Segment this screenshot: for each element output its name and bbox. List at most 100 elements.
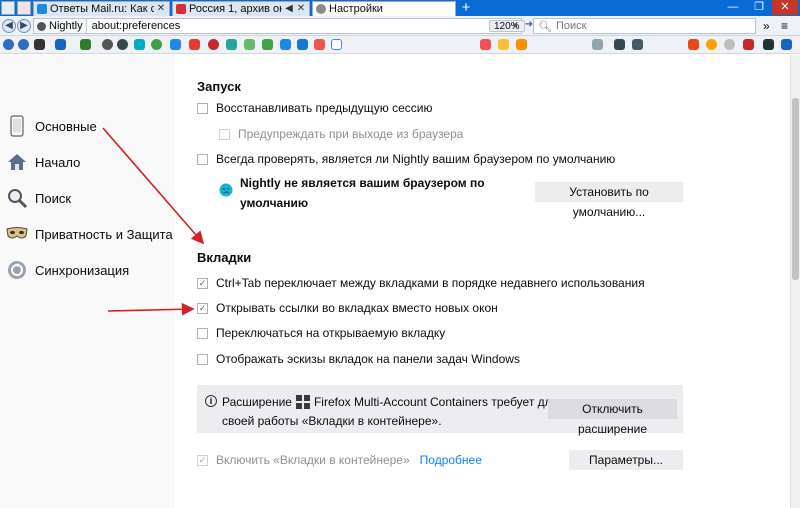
mute-tab-icon[interactable]: ◀ xyxy=(284,4,294,14)
new-tab-button[interactable]: + xyxy=(458,0,474,16)
restore-button[interactable]: ❐ xyxy=(746,0,772,15)
set-default-button[interactable]: Установить по умолчанию... xyxy=(535,182,683,219)
taskbar-previews-row[interactable]: Отображать эскизы вкладок на панели зада… xyxy=(197,352,520,366)
bookmark-icon[interactable] xyxy=(632,39,643,50)
bookmark-icon[interactable] xyxy=(706,39,717,50)
vertical-scrollbar[interactable] xyxy=(790,55,800,508)
container-tabs-row: ✓ Включить «Вкладки в контейнере» Подроб… xyxy=(197,453,482,467)
bookmark-icon[interactable] xyxy=(743,39,754,50)
reload-icon[interactable] xyxy=(18,39,29,50)
bookmark-icon[interactable] xyxy=(781,39,792,50)
disable-extension-button[interactable]: Отключить расширение xyxy=(548,399,677,436)
bookmark-icon[interactable] xyxy=(226,39,237,50)
restore-session-checkbox[interactable] xyxy=(197,102,208,114)
notice-line1: Расширение Firefox Multi-Account Contain… xyxy=(222,395,558,409)
gmail-icon[interactable] xyxy=(314,39,325,50)
scrollbar-thumb[interactable] xyxy=(792,98,799,280)
tab-label: Россия 1, архив онлайн xyxy=(189,3,282,15)
open-links-checkbox[interactable]: ✓ xyxy=(197,302,208,314)
close-tab-icon[interactable]: ✕ xyxy=(296,4,306,14)
nightly-icon[interactable] xyxy=(34,39,45,50)
back-button[interactable]: ◀ xyxy=(2,19,16,33)
russia1-favicon-icon xyxy=(176,4,186,14)
tab-russia1[interactable]: Россия 1, архив онлайн ◀ ✕ xyxy=(172,1,310,16)
dropbox-icon[interactable] xyxy=(170,39,181,50)
close-tab-icon[interactable]: ✕ xyxy=(156,4,166,14)
bookmark-icon[interactable] xyxy=(614,39,625,50)
switch-to-new-tab-label: Переключаться на открываемую вкладку xyxy=(216,326,446,340)
navigation-toolbar: ◀ ▶ Nightly about:preferences 120% ▼ ➜ 🔍… xyxy=(0,16,800,36)
search-input[interactable]: 🔍︎ Поиск xyxy=(533,18,756,34)
bookmark-icon[interactable] xyxy=(208,39,219,50)
bookmark-icon[interactable] xyxy=(763,39,774,50)
ctrl-tab-row[interactable]: ✓ Ctrl+Tab переключает между вкладками в… xyxy=(197,276,645,290)
search-placeholder: Поиск xyxy=(555,20,587,32)
open-links-row[interactable]: ✓ Открывать ссылки во вкладках вместо но… xyxy=(197,301,498,315)
restore-session-row[interactable]: Восстанавливать предыдущую сессию xyxy=(197,101,432,115)
url-text[interactable]: about:preferences xyxy=(87,20,521,32)
sidebar-item-sync[interactable]: Синхронизация xyxy=(0,252,175,288)
identity-box[interactable]: Nightly xyxy=(34,19,87,33)
switch-to-new-tab-row[interactable]: Переключаться на открываемую вкладку xyxy=(197,326,445,340)
bookmark-icon[interactable] xyxy=(516,39,527,50)
container-settings-button[interactable]: Параметры... xyxy=(569,450,683,470)
bookmark-icon[interactable] xyxy=(297,39,308,50)
bookmark-icon[interactable] xyxy=(688,39,699,50)
taskbar-previews-checkbox[interactable] xyxy=(197,353,208,365)
gmail-icon[interactable] xyxy=(480,39,491,50)
sidebar-item-home[interactable]: Начало xyxy=(0,144,175,180)
bookmark-icon[interactable] xyxy=(134,39,145,50)
home-icon[interactable] xyxy=(3,39,14,50)
bookmark-globe-icon[interactable] xyxy=(117,39,128,50)
sidebar-item-label: Приватность и Защита xyxy=(35,226,173,242)
bookmark-icon[interactable] xyxy=(592,39,603,50)
bookmark-icon[interactable] xyxy=(189,39,200,50)
cloud-icon[interactable] xyxy=(280,39,291,50)
google-icon[interactable] xyxy=(331,39,342,50)
bookmark-icon[interactable] xyxy=(80,39,91,50)
bookmarks-toolbar xyxy=(0,36,800,54)
warn-on-quit-row[interactable]: Предупреждать при выходе из браузера xyxy=(219,127,463,141)
bookmark-icon[interactable] xyxy=(55,39,66,50)
url-bar[interactable]: Nightly about:preferences 120% ▼ xyxy=(33,18,525,34)
firefox-menu-icon[interactable] xyxy=(1,1,15,15)
tab-mailru[interactable]: Ответы Mail.ru: Как сделать ✕ xyxy=(33,1,170,16)
check-default-checkbox[interactable] xyxy=(197,153,208,165)
forward-button[interactable]: ▶ xyxy=(17,19,31,33)
tab-settings[interactable]: Настройки xyxy=(312,1,456,16)
menu-icon[interactable]: ≡ xyxy=(781,19,795,33)
sync-icon xyxy=(8,261,26,279)
bookmark-icon[interactable] xyxy=(151,39,162,50)
close-window-button[interactable]: ✕ xyxy=(772,0,798,15)
warn-on-quit-checkbox[interactable] xyxy=(219,128,230,140)
check-default-row[interactable]: Всегда проверять, является ли Nightly ва… xyxy=(197,152,615,166)
overflow-chevron-icon[interactable]: » xyxy=(763,19,777,33)
container-tabs-label: Включить «Вкладки в контейнере» xyxy=(216,453,410,467)
tab-label: Настройки xyxy=(329,3,383,15)
bookmark-globe-icon[interactable] xyxy=(102,39,113,50)
sidebar-item-label: Начало xyxy=(35,154,81,170)
url-history-dropdown-icon[interactable]: ▼ xyxy=(511,21,519,30)
bookmark-icon[interactable] xyxy=(244,39,255,50)
restore-session-label: Восстанавливать предыдущую сессию xyxy=(216,101,433,115)
sidebar-item-privacy[interactable]: Приватность и Защита xyxy=(0,216,175,252)
preferences-sidebar: Основные Начало Поиск Приватность и Защи… xyxy=(0,55,175,508)
not-default-message-line2: умолчанию xyxy=(240,196,309,210)
zoom-reset-button[interactable]: 120% xyxy=(489,20,525,32)
nightly-logo-icon xyxy=(37,21,46,31)
sidebar-item-search[interactable]: Поиск xyxy=(0,180,175,216)
pinned-tab-icon[interactable] xyxy=(17,1,31,15)
container-extension-notice: i Расширение Firefox Multi-Account Conta… xyxy=(197,385,683,436)
tab-label: Ответы Mail.ru: Как сделать xyxy=(50,3,154,15)
bookmark-icon[interactable] xyxy=(724,39,735,50)
home-icon xyxy=(8,154,26,170)
bookmark-icon[interactable] xyxy=(498,39,509,50)
bookmark-icon[interactable] xyxy=(262,39,273,50)
mailru-favicon-icon xyxy=(37,4,47,14)
learn-more-link[interactable]: Подробнее xyxy=(420,453,482,467)
switch-to-new-tab-checkbox[interactable] xyxy=(197,327,208,339)
minimize-button[interactable]: — xyxy=(720,0,746,15)
preferences-main-pane: Запуск Восстанавливать предыдущую сессию… xyxy=(175,55,790,508)
sidebar-item-general[interactable]: Основные xyxy=(0,108,175,144)
ctrl-tab-checkbox[interactable]: ✓ xyxy=(197,277,208,289)
